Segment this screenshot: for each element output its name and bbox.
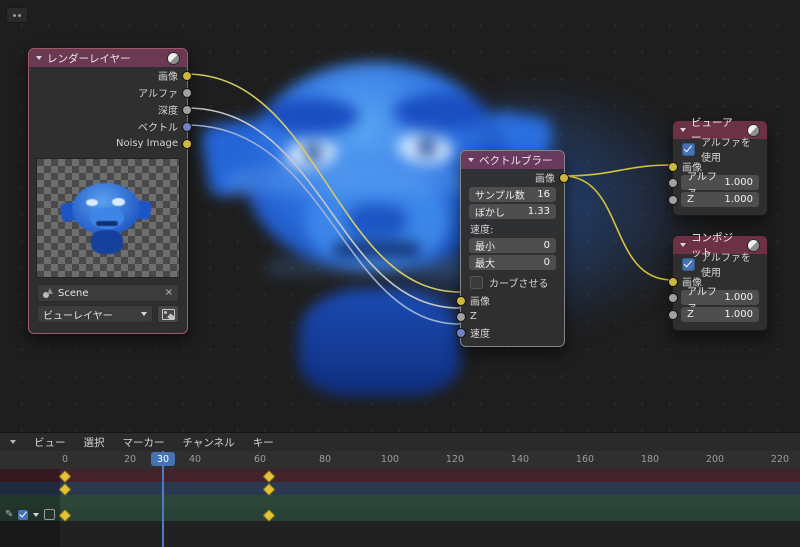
compositor-node-editor[interactable]: レンダーレイヤー 画像 アルファ 深度 ベクトル Noisy Image Sce… xyxy=(0,0,800,432)
editor-collapse-icon[interactable] xyxy=(10,440,16,444)
socket-depth-out[interactable] xyxy=(182,105,192,115)
node-vector-blur[interactable]: ベクトルブラー 画像 サンプル数 16 ぼかし 1.33 速度: 最小 0 最大… xyxy=(456,150,569,347)
scene-icon xyxy=(43,288,53,298)
ruler-tick: 0 xyxy=(61,454,69,465)
ruler-tick: 220 xyxy=(770,454,790,465)
output-noisy-image[interactable]: Noisy Image xyxy=(29,135,192,152)
menu-key[interactable]: キー xyxy=(253,435,274,450)
scene-selector[interactable]: Scene × xyxy=(37,284,179,302)
ruler-tick: 20 xyxy=(123,454,137,465)
socket-z-in[interactable] xyxy=(668,310,678,320)
clear-scene-button[interactable]: × xyxy=(165,288,173,298)
collapse-icon[interactable] xyxy=(680,128,686,132)
socket-vector-out[interactable] xyxy=(182,122,192,132)
collapse-icon[interactable] xyxy=(680,243,686,247)
menu-channel[interactable]: チャンネル xyxy=(183,435,235,450)
use-alpha-checkbox[interactable] xyxy=(682,257,695,271)
min-field[interactable]: 最小 0 xyxy=(469,238,556,253)
channel-toggle-icons[interactable]: ✎ xyxy=(5,509,56,520)
ruler-tick: 60 xyxy=(253,454,267,465)
ruler-tick: 200 xyxy=(705,454,725,465)
output-vector[interactable]: ベクトル xyxy=(29,118,192,135)
samples-field[interactable]: サンプル数 16 xyxy=(469,187,556,202)
socket-image-in[interactable] xyxy=(668,161,678,172)
node-title: ベクトルブラー xyxy=(479,154,553,167)
ruler-tick: 180 xyxy=(640,454,660,465)
socket-z-in[interactable] xyxy=(456,311,466,322)
ruler-tick: 120 xyxy=(445,454,465,465)
node-header[interactable]: ベクトルブラー xyxy=(461,151,564,169)
image-icon xyxy=(161,308,175,320)
checkbox-icon[interactable] xyxy=(18,509,29,520)
output-image[interactable]: 画像 xyxy=(29,67,192,84)
curved-checkbox-row[interactable]: カーブさせる xyxy=(461,272,564,292)
curved-checkbox[interactable] xyxy=(470,275,483,289)
max-field[interactable]: 最大 0 xyxy=(469,255,556,270)
collapse-icon[interactable] xyxy=(468,158,474,162)
preview-monkey xyxy=(59,177,155,257)
current-frame-badge[interactable]: 30 xyxy=(151,452,175,466)
menu-select[interactable]: 選択 xyxy=(84,435,105,450)
node-composite[interactable]: コンポジット アルファを使用 画像 アルファ 1.000 Z 1.000 xyxy=(668,232,768,331)
alpha-field[interactable]: アルファ 1.000 xyxy=(668,287,759,313)
socket-z-in[interactable] xyxy=(668,195,678,205)
socket-image-out[interactable] xyxy=(182,71,192,81)
menu-view[interactable]: ビュー xyxy=(34,435,66,450)
socket-image-in[interactable] xyxy=(668,276,678,287)
ruler-tick: 100 xyxy=(380,454,400,465)
channel-band-summary[interactable] xyxy=(0,469,800,482)
node-title: レンダーレイヤー xyxy=(47,52,131,65)
output-alpha[interactable]: アルファ xyxy=(29,84,192,101)
node-render-layers[interactable]: レンダーレイヤー 画像 アルファ 深度 ベクトル Noisy Image Sce… xyxy=(28,48,192,334)
chevron-down-icon[interactable] xyxy=(33,512,40,517)
use-alpha-checkbox[interactable] xyxy=(682,142,695,156)
pencil-icon[interactable]: ✎ xyxy=(5,509,13,520)
use-alpha-row[interactable]: アルファを使用 xyxy=(673,253,767,279)
input-z[interactable]: Z xyxy=(456,308,564,324)
collapse-icon[interactable] xyxy=(36,56,42,60)
channel-box-icon[interactable] xyxy=(44,509,56,520)
channel-band-action[interactable] xyxy=(0,495,800,508)
view-layer-dropdown[interactable]: ビューレイヤー xyxy=(37,305,153,323)
channel-band-fcurves[interactable] xyxy=(0,508,800,521)
dopesheet-channels[interactable]: ✎ xyxy=(0,469,800,547)
output-image[interactable]: 画像 xyxy=(461,169,569,185)
socket-alpha-in[interactable] xyxy=(668,178,678,188)
editor-type-button[interactable] xyxy=(6,7,28,23)
frame-ruler[interactable]: 0 20 40 60 80 100 120 140 160 180 200 22… xyxy=(0,451,800,470)
socket-image-in[interactable] xyxy=(456,295,466,306)
socket-speed-in[interactable] xyxy=(456,327,466,338)
input-image[interactable]: 画像 xyxy=(456,292,564,308)
menu-marker[interactable]: マーカー xyxy=(123,435,165,450)
output-depth[interactable]: 深度 xyxy=(29,101,192,118)
socket-noisy-out[interactable] xyxy=(182,139,192,149)
chevron-down-icon xyxy=(141,312,147,316)
speed-section-label: 速度: xyxy=(470,225,494,236)
ruler-tick: 80 xyxy=(318,454,332,465)
render-layers-icon xyxy=(167,51,180,65)
node-viewer[interactable]: ビューアー アルファを使用 画像 アルファ 1.000 Z 1.000 xyxy=(668,117,768,216)
z-field[interactable]: Z 1.000 xyxy=(668,192,759,207)
channel-band-empty xyxy=(0,521,800,547)
channel-name-column xyxy=(0,469,60,547)
timeline-menubar: ビュー 選択 マーカー チャンネル キー xyxy=(0,433,800,452)
timeline-editor[interactable]: ビュー 選択 マーカー チャンネル キー 0 20 40 60 80 100 1… xyxy=(0,432,800,547)
socket-alpha-in[interactable] xyxy=(668,293,678,303)
ruler-tick: 140 xyxy=(510,454,530,465)
ruler-tick: 40 xyxy=(188,454,202,465)
input-speed[interactable]: 速度 xyxy=(456,324,564,340)
render-layer-preview xyxy=(36,158,180,278)
socket-image-out[interactable] xyxy=(559,172,569,183)
socket-alpha-out[interactable] xyxy=(182,88,192,98)
alpha-field[interactable]: アルファ 1.000 xyxy=(668,172,759,198)
node-header[interactable]: レンダーレイヤー xyxy=(29,49,187,67)
ruler-tick: 160 xyxy=(575,454,595,465)
z-field[interactable]: Z 1.000 xyxy=(668,307,759,322)
use-alpha-row[interactable]: アルファを使用 xyxy=(673,138,767,164)
render-layer-button[interactable] xyxy=(157,305,179,323)
channel-band-object[interactable] xyxy=(0,482,800,495)
blur-field[interactable]: ぼかし 1.33 xyxy=(469,204,556,219)
editor-type-icon xyxy=(13,13,16,17)
